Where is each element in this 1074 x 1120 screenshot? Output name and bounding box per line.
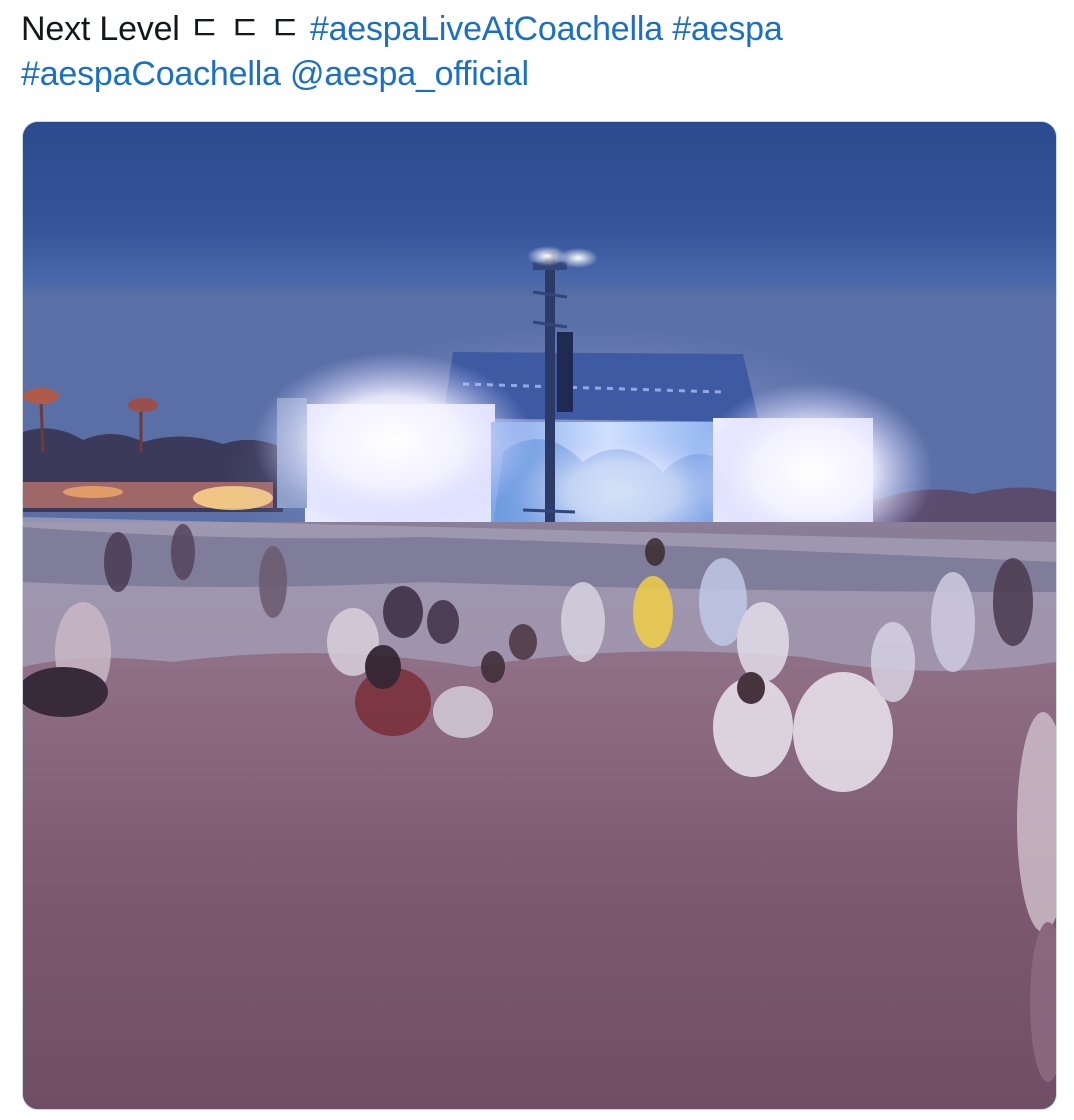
video-thumbnail-image [23,122,1056,1109]
tweet-text-glyphs: ㄷ ㄷ ㄷ [188,10,301,48]
tweet-media-video[interactable] [22,121,1057,1110]
tweet: Next Level ㄷ ㄷ ㄷ #aespaLiveAtCoachella #… [0,0,1074,1120]
tweet-text: Next Level ㄷ ㄷ ㄷ #aespaLiveAtCoachella #… [21,7,1051,97]
hashtag-link-aespa[interactable]: #aespa [672,10,783,48]
hashtag-link-aespa-coachella[interactable]: #aespaCoachella [21,55,281,93]
hashtag-link-aespa-live-at-coachella[interactable]: #aespaLiveAtCoachella [310,10,663,48]
tweet-text-prefix: Next Level [21,10,189,48]
mention-link-aespa-official[interactable]: @aespa_official [290,55,529,93]
